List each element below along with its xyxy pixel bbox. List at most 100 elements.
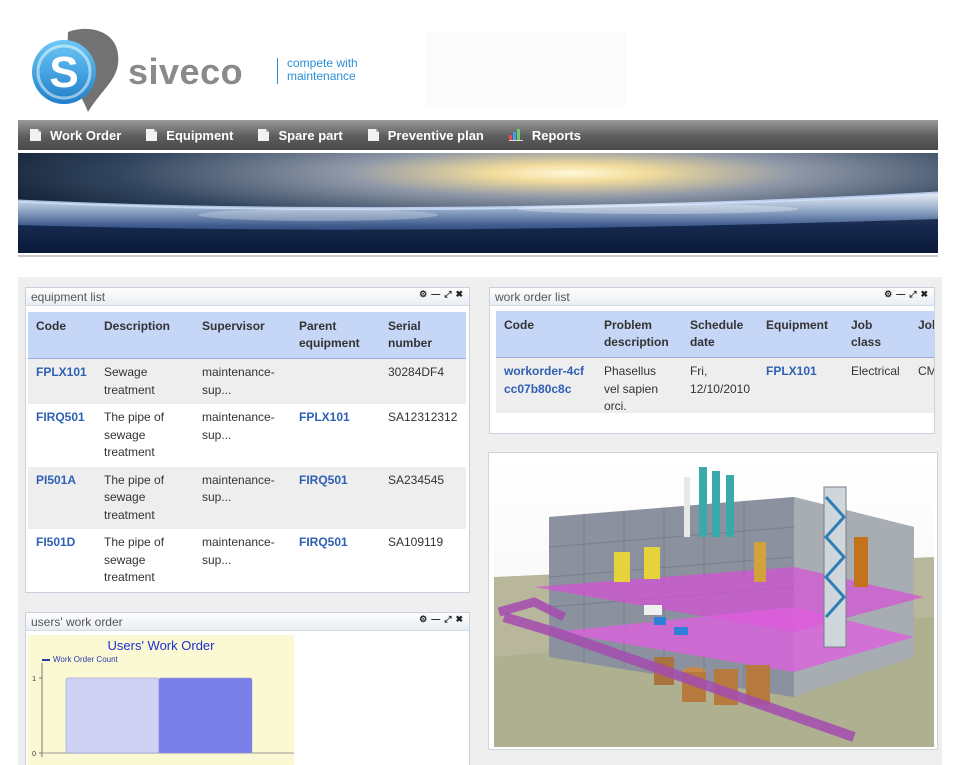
nav-equipment-label: Equipment [166, 127, 234, 143]
chart-bar[interactable] [158, 677, 253, 754]
table-cell: maintenance-sup... [202, 410, 275, 442]
siveco-logo-mark: S [32, 28, 119, 113]
table-cell: maintenance-sup... [194, 466, 291, 529]
brand-name: siveco [128, 51, 244, 92]
table-cell: Electrical [842, 357, 910, 413]
portlet-controls: ⚙ — ⤢ ✖ [419, 289, 463, 300]
main-nav: Work Order Equipment Spare part Preventi… [18, 120, 938, 150]
equipment-table: Code Description Supervisor Parent equip… [28, 312, 466, 592]
users-work-order-title-bar: users' work order ⚙ — ⤢ ✖ [26, 613, 469, 631]
document-icon [30, 129, 41, 141]
work-order-table-viewport[interactable]: Code Problem description Schedule date E… [496, 311, 934, 413]
gear-icon[interactable]: ⚙ [419, 614, 427, 625]
nav-reports[interactable]: Reports [508, 127, 581, 143]
users-work-order-title: users' work order [31, 615, 123, 629]
table-cell: maintenance-sup... [202, 535, 275, 567]
table-cell: FPLX101 [291, 404, 380, 467]
equipment-list-portlet: equipment list ⚙ — ⤢ ✖ Code Description … [25, 287, 470, 593]
users-work-order-portlet: users' work order ⚙ — ⤢ ✖ Users' Work Or… [25, 612, 470, 765]
column-header[interactable]: Code [28, 312, 96, 359]
document-icon [146, 129, 158, 141]
minimize-icon[interactable]: — [896, 289, 905, 300]
parent-equipment-link[interactable]: FPLX101 [299, 410, 350, 424]
column-header[interactable]: Schedule date [681, 311, 758, 358]
work-order-code-link[interactable]: workorder-4cfcc07b80c8c [504, 364, 584, 396]
equipment-code-link[interactable]: FIRQ501 [36, 410, 85, 424]
users-work-order-chart: Users' Work Order Work Order Count 01 [28, 635, 294, 765]
equipment-code-link[interactable]: PI501A [36, 473, 76, 487]
svg-text:S: S [49, 48, 78, 97]
table-cell: PI501A [28, 466, 96, 529]
table-cell: The pipe of sewage treatment [104, 410, 165, 459]
nav-equipment[interactable]: Equipment [146, 128, 233, 143]
close-icon[interactable]: ✖ [455, 289, 463, 300]
column-header[interactable]: Parent equipment [291, 312, 380, 359]
nav-preventive-plan-label: Preventive plan [387, 127, 484, 143]
table-cell: CM [909, 357, 934, 413]
equipment-list-title-bar: equipment list ⚙ — ⤢ ✖ [26, 288, 469, 306]
nav-work-order[interactable]: Work Order [30, 128, 121, 143]
plant-3d-model-panel [488, 452, 938, 750]
header-placeholder [425, 32, 625, 108]
column-header[interactable]: Serial number [380, 312, 466, 359]
y-tick-label: 1 [32, 676, 36, 683]
nav-preventive-plan[interactable]: Preventive plan [367, 127, 484, 143]
work-order-list-title-bar: work order list ⚙ — ⤢ ✖ [490, 288, 934, 306]
gear-icon[interactable]: ⚙ [419, 289, 427, 300]
table-cell [291, 358, 380, 404]
table-cell: maintenance-sup... [194, 358, 291, 404]
siveco-logo[interactable]: S siveco compete with maintenance [30, 24, 390, 116]
column-header[interactable]: Supervisor [194, 312, 291, 359]
maximize-icon[interactable]: ⤢ [444, 289, 451, 300]
nav-reports-label: Reports [531, 127, 581, 143]
work-order-list-title: work order list [495, 290, 570, 304]
maximize-icon[interactable]: ⤢ [909, 289, 916, 300]
table-cell: Sewage treatment [96, 358, 194, 404]
equipment-list-title: equipment list [31, 290, 106, 304]
portlet-controls: ⚙ — ⤢ ✖ [884, 289, 928, 300]
table-row: FIRQ501 The pipe of sewage treatment mai… [28, 404, 466, 467]
equipment-code-link[interactable]: FPLX101 [36, 365, 87, 379]
parent-equipment-link[interactable]: FIRQ501 [299, 535, 348, 549]
table-cell: 30284DF4 [380, 358, 466, 404]
document-icon [367, 129, 379, 141]
table-row: FI501D The pipe of sewage treatment main… [28, 529, 466, 592]
column-header[interactable]: Description [96, 312, 194, 359]
table-cell: Fri, 12/10/2010 [681, 357, 758, 413]
table-cell: SA109119 [388, 535, 444, 549]
table-row: PI501A The pipe of sewage treatment main… [28, 466, 466, 529]
chart-plot: 01 [32, 663, 294, 758]
table-row: FPLX101 Sewage treatment maintenance-sup… [28, 358, 466, 404]
maximize-icon[interactable]: ⤢ [444, 614, 451, 625]
gear-icon[interactable]: ⚙ [884, 289, 892, 300]
column-header[interactable]: Job class [842, 311, 910, 358]
close-icon[interactable]: ✖ [455, 614, 463, 625]
logo-separator [277, 58, 278, 84]
column-header[interactable]: Equipment [758, 311, 843, 358]
column-header[interactable]: Job type [909, 311, 934, 358]
earth-horizon-illustration [18, 153, 938, 253]
chart-bar[interactable] [65, 677, 160, 754]
close-icon[interactable]: ✖ [920, 289, 928, 300]
work-order-list-portlet: work order list ⚙ — ⤢ ✖ Code Problem des… [489, 287, 935, 434]
document-icon [258, 129, 270, 141]
column-header[interactable]: Problem description [595, 311, 682, 358]
table-cell: SA234545 [380, 466, 466, 529]
table-cell: Phasellus vel sapien orci. [595, 357, 682, 413]
banner-divider [18, 255, 938, 257]
table-cell: FI501D [28, 529, 96, 592]
nav-spare-part[interactable]: Spare part [258, 127, 343, 143]
table-cell: FIRQ501 [28, 404, 96, 467]
plant-3d-model-image[interactable] [494, 457, 934, 747]
minimize-icon[interactable]: — [431, 614, 440, 625]
banner-earth-image [18, 153, 938, 253]
column-header[interactable]: Code [496, 311, 596, 358]
nav-spare-part-label: Spare part [278, 127, 343, 143]
nav-work-order-label: Work Order [50, 127, 122, 143]
reports-icon [508, 129, 523, 141]
equipment-code-link[interactable]: FI501D [36, 535, 75, 549]
minimize-icon[interactable]: — [431, 289, 440, 300]
equipment-link[interactable]: FPLX101 [766, 364, 817, 378]
work-order-table: Code Problem description Schedule date E… [496, 311, 934, 413]
parent-equipment-link[interactable]: FIRQ501 [299, 473, 348, 487]
